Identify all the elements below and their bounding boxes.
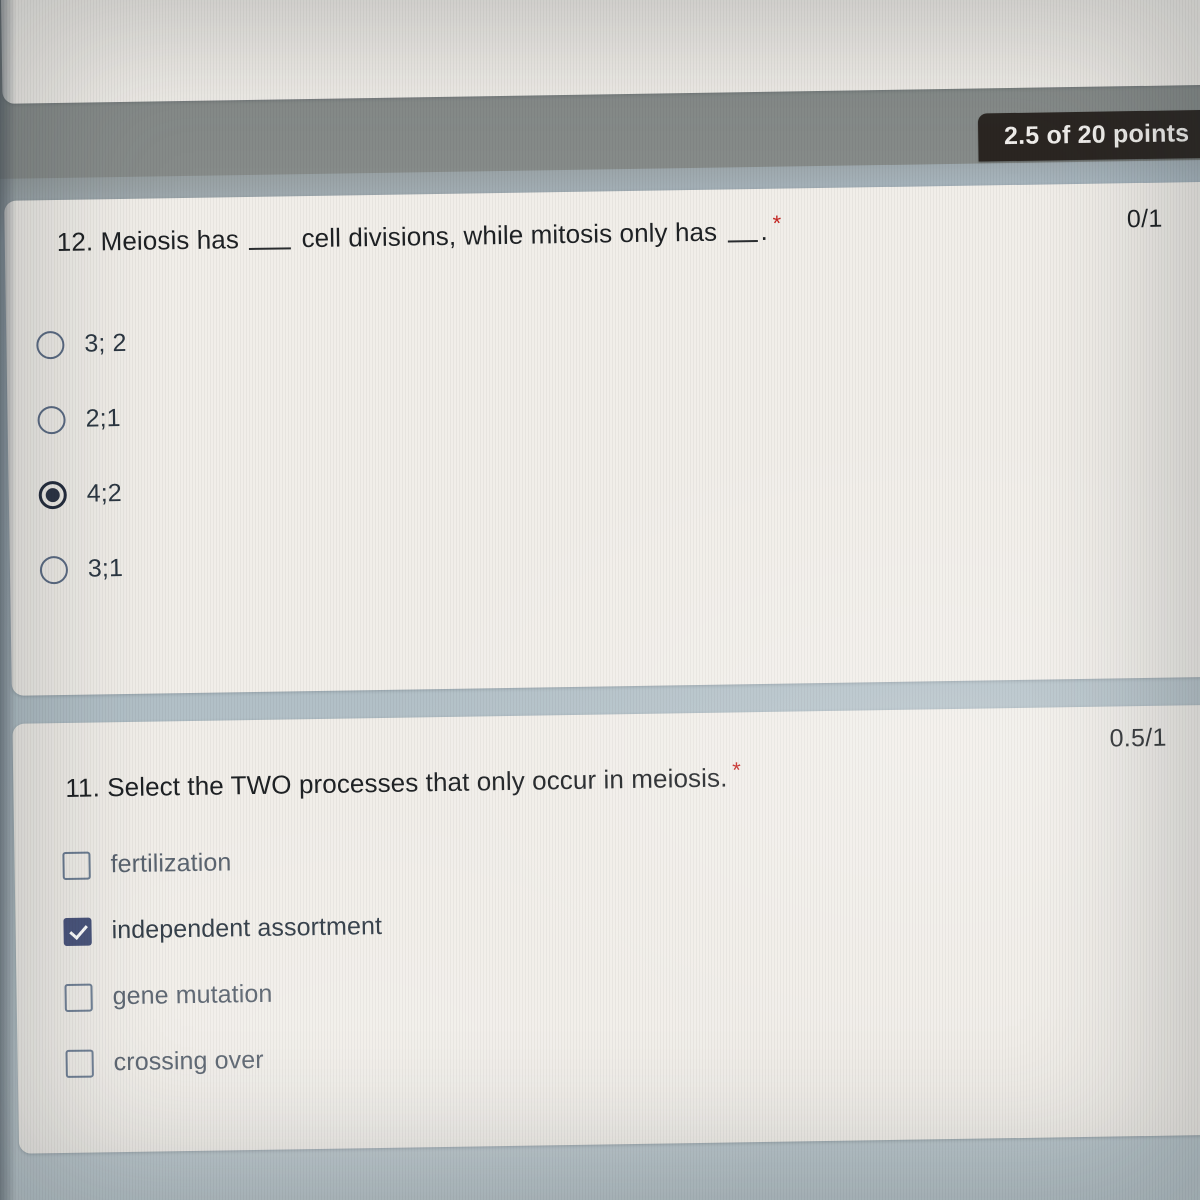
question-card-11: 11. Select the TWO processes that only o… [12, 704, 1200, 1154]
radio-icon[interactable] [39, 555, 69, 584]
radio-icon[interactable] [36, 330, 65, 359]
option-label: 4;2 [86, 479, 123, 508]
question-11-option-2[interactable]: gene mutation [64, 979, 273, 1012]
checkbox-icon[interactable] [65, 1049, 94, 1078]
question-12-option-2[interactable]: 4;2 [38, 479, 123, 509]
required-asterisk-icon: * [732, 757, 742, 783]
question-12-option-1[interactable]: 2;1 [37, 404, 121, 434]
question-12-option-3[interactable]: 3;1 [39, 554, 124, 584]
option-label: independent assortment [111, 911, 383, 945]
question-card-12: 12. Meiosis has cell divisions, while mi… [4, 181, 1200, 696]
question-11-title: 11. Select the TWO processes that only o… [65, 757, 741, 804]
question-11-option-3[interactable]: crossing over [65, 1045, 264, 1078]
checkbox-icon[interactable] [64, 983, 93, 1012]
question-12-number: 12. [56, 226, 94, 258]
option-label: 3; 2 [84, 328, 127, 358]
question-11-number: 11. [65, 772, 101, 803]
option-label: gene mutation [112, 979, 273, 1011]
radio-icon[interactable] [37, 405, 66, 434]
question-12-text-part2: cell divisions, while mitosis only has [301, 216, 718, 254]
question-12-score: 0/1 [1126, 204, 1163, 234]
question-11-option-1[interactable]: independent assortment [63, 912, 382, 946]
question-12-text-part1: Meiosis has [100, 224, 240, 257]
option-label: crossing over [113, 1045, 264, 1077]
question-12-blank-1 [249, 247, 292, 250]
option-label: fertilization [110, 848, 232, 879]
question-11-score: 0.5/1 [1109, 723, 1167, 753]
question-11-text: Select the TWO processes that only occur… [106, 762, 728, 803]
question-12-blank-2 [727, 240, 758, 243]
question-12-option-0[interactable]: 3; 2 [36, 329, 127, 359]
checkbox-icon-checked[interactable] [63, 917, 92, 946]
question-12-text-part3: . [760, 215, 769, 246]
question-11-option-0[interactable]: fertilization [62, 848, 232, 880]
checkbox-icon[interactable] [62, 851, 91, 880]
option-label: 2;1 [85, 404, 121, 433]
required-asterisk-icon: * [772, 210, 782, 236]
screenshot-photo: 2.5 of 20 points 12. Meiosis has cell di… [0, 0, 1200, 1200]
radio-icon-selected[interactable] [38, 480, 67, 509]
question-12-title: 12. Meiosis has cell divisions, while mi… [56, 210, 782, 258]
total-points-badge: 2.5 of 20 points [977, 109, 1200, 162]
screen-content: 2.5 of 20 points 12. Meiosis has cell di… [0, 0, 1200, 1200]
option-label: 3;1 [87, 554, 124, 583]
